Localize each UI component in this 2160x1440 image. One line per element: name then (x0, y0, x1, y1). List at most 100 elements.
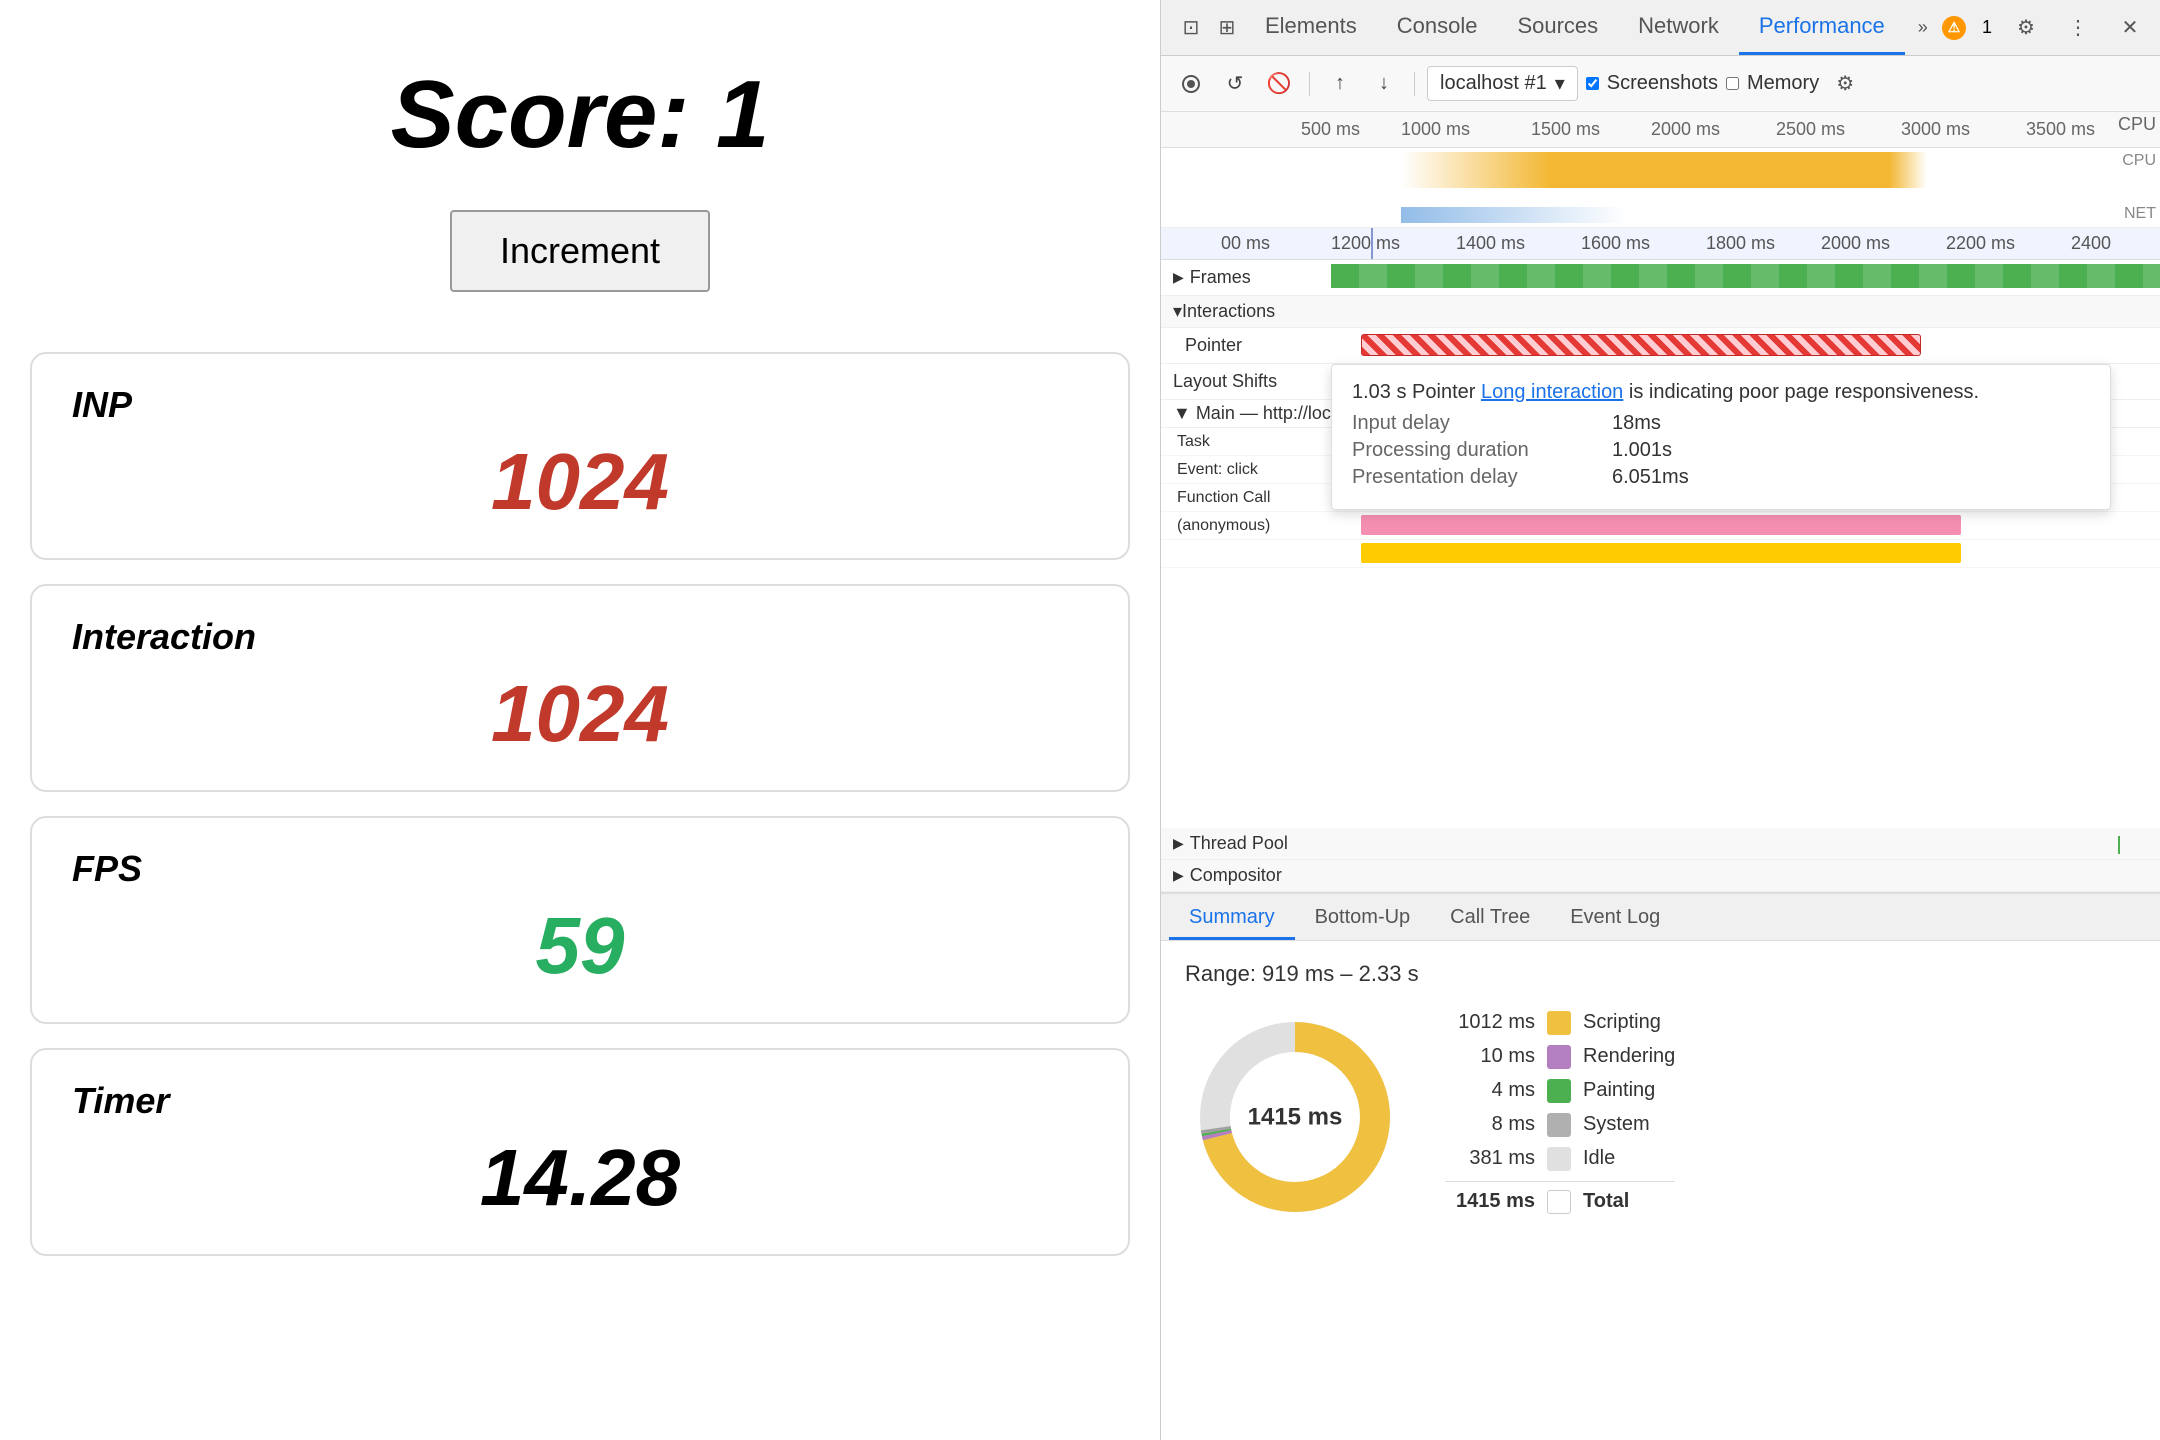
devtools-panel: ⊡ ⊞ Elements Console Sources Network Per… (1160, 0, 2160, 1440)
thread-pool-row: ▶ Thread Pool (1161, 828, 2160, 860)
tick-2000: 2000 ms (1651, 119, 1720, 140)
tick-500: 500 ms (1301, 119, 1360, 140)
thread-pool-content (1331, 828, 2160, 859)
task-bar-yellow (1361, 543, 1961, 563)
tab-summary[interactable]: Summary (1169, 898, 1295, 940)
frames-bar (1331, 264, 2160, 288)
legend-table: 1012 ms Scripting 10 ms Rendering 4 ms P… (1445, 1011, 1675, 1224)
system-dot (1547, 1113, 1571, 1137)
record-button[interactable] (1173, 66, 1209, 102)
tab-call-tree[interactable]: Call Tree (1430, 898, 1550, 940)
tab-event-log[interactable]: Event Log (1550, 898, 1680, 940)
pointer-label: Pointer (1161, 335, 1331, 356)
idle-dot (1547, 1147, 1571, 1171)
metric-value-timer: 14.28 (72, 1132, 1088, 1224)
net-axis-label: NET (2124, 205, 2156, 223)
compositor-content (1331, 860, 2160, 891)
task-label-anonymous: (anonymous) (1161, 517, 1361, 535)
devtools-dock-icon[interactable]: ⊡ (1173, 10, 1209, 46)
tab-performance[interactable]: Performance (1739, 0, 1905, 55)
topbar-right: ⚠ 1 ⚙ ⋮ ✕ (1942, 10, 2148, 46)
legend-row-scripting: 1012 ms Scripting (1445, 1011, 1675, 1035)
zoom-tick-1200: 1200 ms (1331, 233, 1400, 254)
zoom-ruler[interactable]: 00 ms 1200 ms 1400 ms 1600 ms 1800 ms 20… (1161, 228, 2160, 260)
thread-pool-label: ▶ Thread Pool (1161, 833, 1331, 854)
interactions-header: ▾ Interactions (1161, 296, 2160, 328)
total-dot (1547, 1190, 1571, 1214)
tick-2500: 2500 ms (1776, 119, 1845, 140)
warning-count: 1 (1982, 17, 1992, 38)
chevron-right-comp-icon: ▶ (1173, 867, 1184, 884)
zoom-tick-1800: 1800 ms (1706, 233, 1775, 254)
metric-card-inp: INP 1024 (30, 352, 1130, 560)
cpu-bar (1401, 152, 2152, 188)
url-selector[interactable]: localhost #1 ▾ (1427, 66, 1578, 101)
left-panel: Score: 1 Increment INP 1024 Interaction … (0, 0, 1160, 1440)
tab-elements[interactable]: Elements (1245, 0, 1377, 55)
metric-value-fps: 59 (72, 900, 1088, 992)
reload-record-button[interactable]: ↺ (1217, 66, 1253, 102)
pointer-bar (1361, 334, 1921, 356)
frames-content (1331, 260, 2160, 295)
score-title: Score: 1 (391, 60, 770, 170)
tab-console[interactable]: Console (1377, 0, 1498, 55)
warning-badge: ⚠ (1942, 16, 1966, 40)
cpu-axis-label: CPU (2122, 152, 2156, 170)
legend-row-total: 1415 ms Total (1445, 1181, 1675, 1214)
tick-1000: 1000 ms (1401, 119, 1470, 140)
increment-button[interactable]: Increment (450, 210, 710, 292)
tab-bottom-up[interactable]: Bottom-Up (1295, 898, 1431, 940)
clear-button[interactable]: 🚫 (1261, 66, 1297, 102)
time-ruler-top: 500 ms 1000 ms 1500 ms 2000 ms 2500 ms 3… (1161, 112, 2160, 148)
more-tabs-icon[interactable]: » (1905, 10, 1941, 46)
close-icon[interactable]: ✕ (2112, 10, 2148, 46)
bottom-tabs: Summary Bottom-Up Call Tree Event Log (1161, 892, 2160, 940)
tick-3500: 3500 ms (2026, 119, 2095, 140)
pointer-row[interactable]: Pointer 1.03 s Pointer Long interaction … (1161, 328, 2160, 364)
cpu-label: CPU (2118, 114, 2156, 135)
legend-row-painting: 4 ms Painting (1445, 1079, 1675, 1103)
chevron-down-icon: ▾ (1555, 71, 1565, 96)
summary-content: 1415 ms 1012 ms Scripting 10 ms Renderin… (1185, 1007, 2136, 1227)
summary-panel: Range: 919 ms – 2.33 s (1161, 940, 2160, 1440)
memory-checkbox[interactable] (1726, 77, 1739, 90)
screenshots-group: Screenshots (1586, 72, 1718, 95)
more-options-icon[interactable]: ⋮ (2060, 10, 2096, 46)
zoom-tick-2400: 2400 (2071, 233, 2111, 254)
tab-sources[interactable]: Sources (1497, 0, 1618, 55)
devtools-undock-icon[interactable]: ⊞ (1209, 10, 1245, 46)
metric-label-interaction: Interaction (72, 616, 1088, 658)
metric-card-interaction: Interaction 1024 (30, 584, 1130, 792)
tab-network[interactable]: Network (1618, 0, 1739, 55)
tooltip-title: 1.03 s Pointer Long interaction is indic… (1352, 381, 2090, 404)
task-bar-anonymous (1361, 515, 1961, 535)
scripting-dot (1547, 1011, 1571, 1035)
legend-row-idle: 381 ms Idle (1445, 1147, 1675, 1171)
painting-dot (1547, 1079, 1571, 1103)
metric-value-interaction: 1024 (72, 668, 1088, 760)
task-row-anonymous: (anonymous) (1161, 512, 2160, 540)
settings-icon[interactable]: ⚙ (2008, 10, 2044, 46)
download-button[interactable]: ↓ (1366, 66, 1402, 102)
metric-label-timer: Timer (72, 1080, 1088, 1122)
compositor-row: ▶ Compositor (1161, 860, 2160, 892)
frames-row: ▶ Frames (1161, 260, 2160, 296)
metric-card-timer: Timer 14.28 (30, 1048, 1130, 1256)
memory-group: Memory (1726, 72, 1819, 95)
tooltip-input-delay: Input delay 18ms (1352, 412, 2090, 435)
compositor-label: ▶ Compositor (1161, 865, 1331, 886)
capture-settings-icon[interactable]: ⚙ (1827, 66, 1863, 102)
devtools-toolbar: ↺ 🚫 ↑ ↓ localhost #1 ▾ Screenshots Memor… (1161, 56, 2160, 112)
frames-label: ▶ Frames (1161, 267, 1331, 288)
legend-row-system: 8 ms System (1445, 1113, 1675, 1137)
upload-button[interactable]: ↑ (1322, 66, 1358, 102)
screenshots-checkbox[interactable] (1586, 77, 1599, 90)
cursor-line (1371, 228, 1373, 259)
zoom-tick-1400: 1400 ms (1456, 233, 1525, 254)
metric-label-inp: INP (72, 384, 1088, 426)
long-interaction-link[interactable]: Long interaction (1481, 381, 1623, 403)
metric-value-inp: 1024 (72, 436, 1088, 528)
layout-shifts-label: Layout Shifts (1161, 371, 1331, 392)
legend-row-rendering: 10 ms Rendering (1445, 1045, 1675, 1069)
devtools-topbar: ⊡ ⊞ Elements Console Sources Network Per… (1161, 0, 2160, 56)
